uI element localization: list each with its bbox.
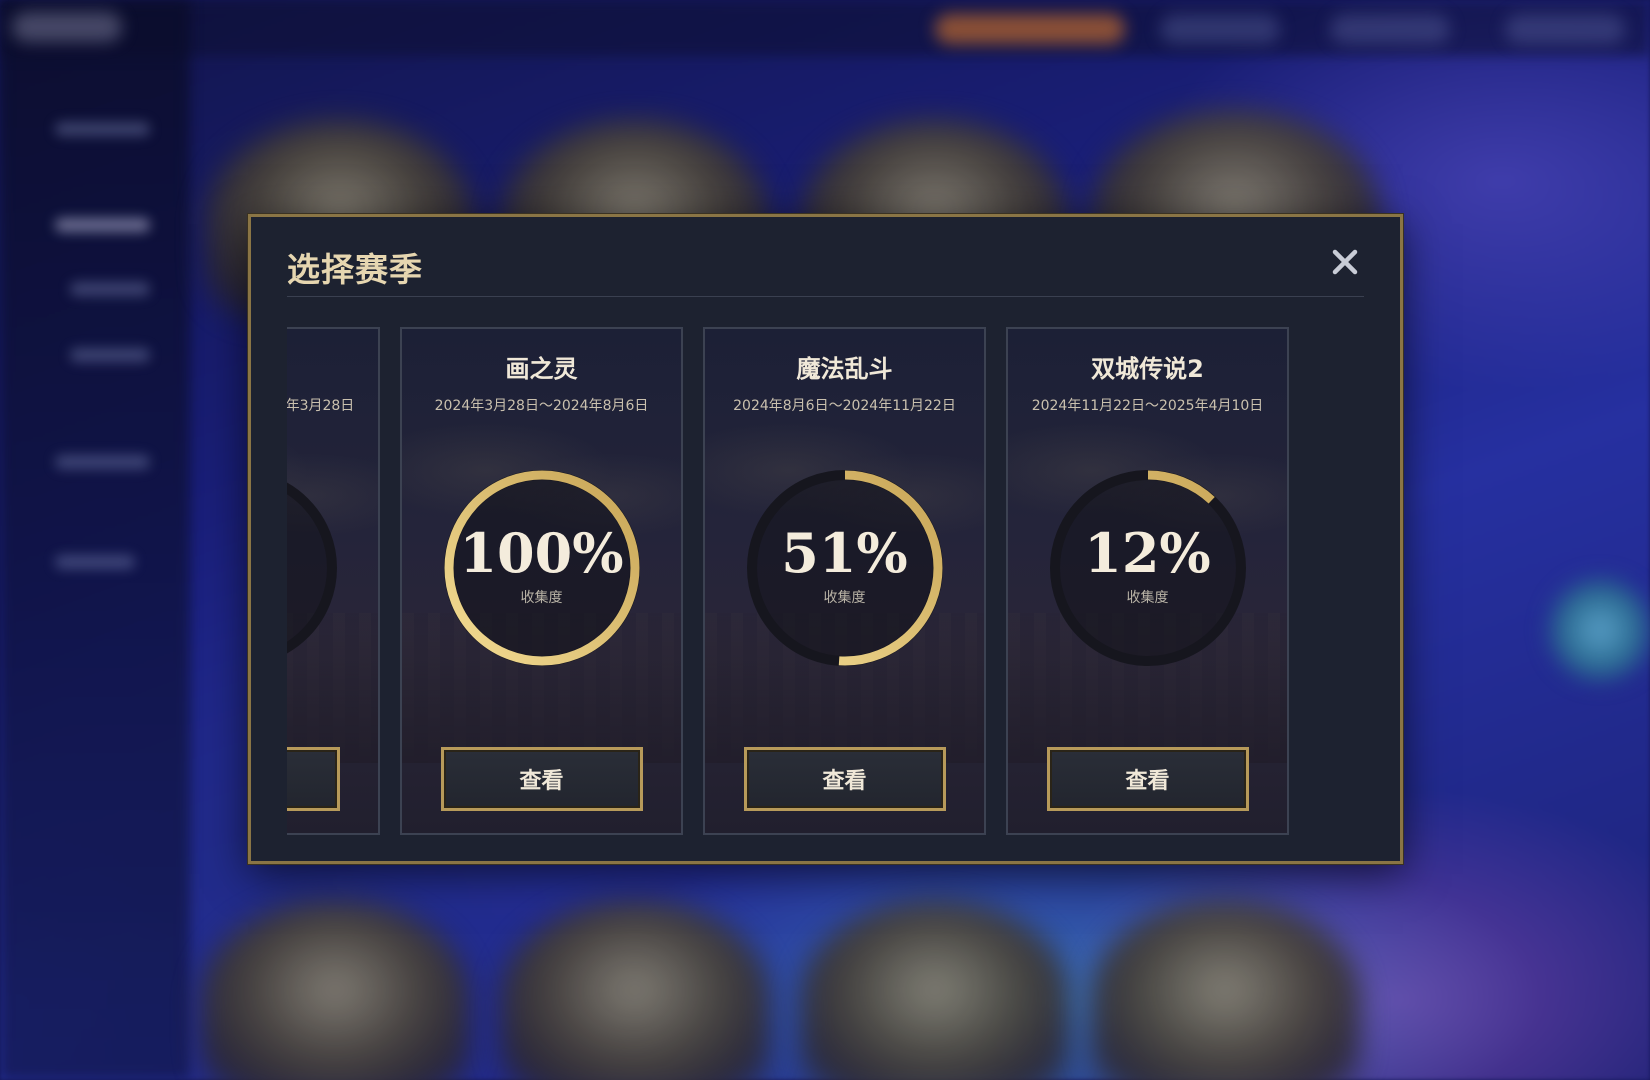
season-dates: 2024年3月28日～2024年8月6日 (434, 398, 649, 414)
close-icon (1332, 249, 1358, 275)
season-name: 魔法乱斗 (796, 355, 893, 383)
progress-percent: 12% (1084, 521, 1211, 585)
season-list: 强音对决 2023年11月23日～2024年3月28日 0% 收集度 查看 画之灵 2… (287, 327, 1289, 835)
progress-text-group: 51% 收集度 (742, 521, 948, 607)
background-sidebar (0, 0, 190, 1080)
progress-text-group: 100% 收集度 (439, 521, 645, 607)
progress-percent: 100% (459, 521, 624, 585)
background-sidebar-item (55, 122, 150, 136)
view-button[interactable]: 查看 (743, 747, 946, 811)
view-button[interactable]: 查看 (1046, 747, 1249, 811)
progress-text-group: 12% 收集度 (1045, 521, 1251, 607)
background-topbar-item (1330, 14, 1450, 44)
close-button[interactable] (1326, 243, 1364, 281)
season-name: 强音对决 (287, 349, 378, 384)
background-sidebar-item (55, 218, 150, 232)
progress-percent: 0% (287, 521, 342, 585)
collection-progress-ring: 0% 收集度 (287, 465, 342, 671)
progress-label: 收集度 (287, 587, 342, 607)
season-dates: 2024年11月22日～2025年4月10日 (1031, 398, 1264, 414)
background-sidebar-item (55, 455, 150, 469)
background-highlight-pill (935, 14, 1125, 44)
background-topbar-item (1505, 14, 1625, 44)
background-sidebar-item (70, 282, 150, 296)
view-button[interactable]: 查看 (287, 747, 340, 811)
modal-header: 选择赛季 (287, 235, 1364, 297)
season-dates: 2024年8月6日～2024年11月22日 (733, 398, 956, 414)
modal-title: 选择赛季 (287, 250, 423, 289)
background-sidebar-item (55, 555, 135, 569)
progress-label: 收集度 (520, 590, 563, 606)
background-logo (12, 12, 122, 42)
season-card[interactable]: 画之灵 2024年3月28日～2024年8月6日 100% 收集度 查看 (400, 327, 683, 835)
season-name: 双城传说2 (1091, 355, 1204, 383)
view-button[interactable]: 查看 (440, 747, 643, 811)
background-avatar (1545, 575, 1650, 685)
progress-text-group: 0% 收集度 (287, 521, 342, 607)
collection-progress-ring: 100% 收集度 (439, 465, 645, 671)
season-card[interactable]: 双城传说2 2024年11月22日～2025年4月10日 12% 收集度 查看 (1006, 327, 1289, 835)
select-season-modal: 选择赛季 强音对决 2023年11月23日～2024年3月28日 0% 收集度 查… (248, 214, 1403, 864)
season-card[interactable]: 强音对决 2023年11月23日～2024年3月28日 0% 收集度 查看 (287, 327, 380, 835)
progress-label: 收集度 (823, 590, 866, 606)
season-name: 画之灵 (505, 355, 578, 383)
progress-label: 收集度 (1126, 590, 1169, 606)
progress-percent: 51% (781, 521, 908, 585)
background-topbar-item (1160, 14, 1280, 44)
season-dates: 2023年11月23日～2024年3月28日 (287, 398, 355, 414)
collection-progress-ring: 12% 收集度 (1045, 465, 1251, 671)
collection-progress-ring: 51% 收集度 (742, 465, 948, 671)
season-carousel[interactable]: 强音对决 2023年11月23日～2024年3月28日 0% 收集度 查看 画之灵 2… (287, 327, 1365, 835)
background-sidebar-item (70, 348, 150, 362)
season-card[interactable]: 魔法乱斗 2024年8月6日～2024年11月22日 51% 收集度 查看 (703, 327, 986, 835)
